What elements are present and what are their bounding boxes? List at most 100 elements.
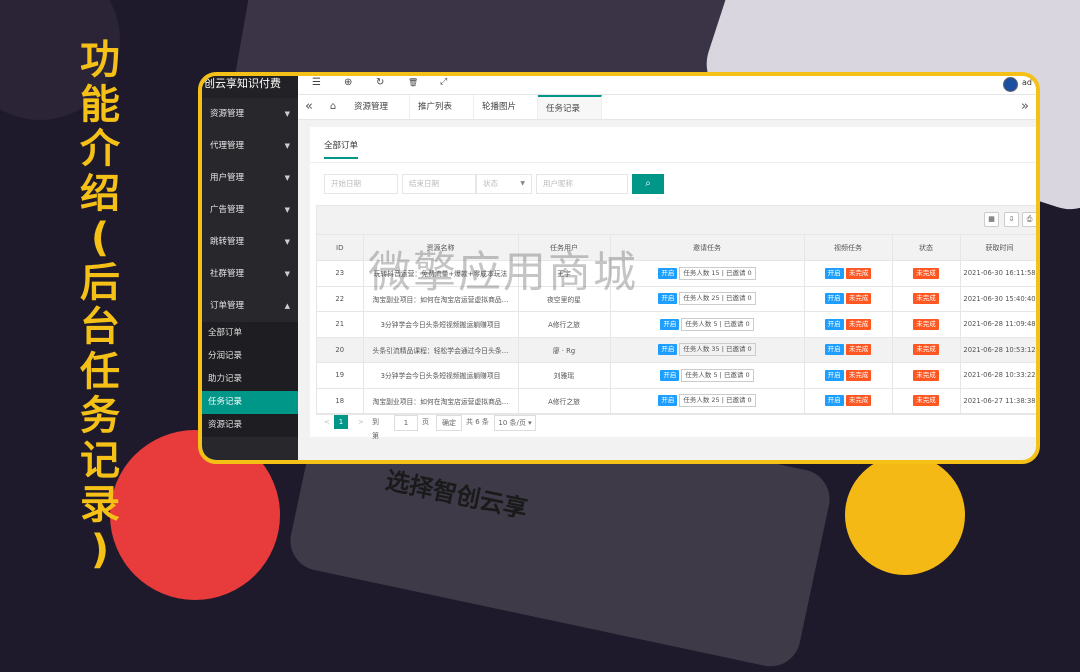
tab-label: 资源管理	[354, 102, 389, 112]
data-table: ▦ ⇩ ⎙ ID 资源名称 任务用户 邀请任务 视频任务 状态 获取时间 23 玩转抖音运营：…	[316, 205, 1036, 415]
invite-progress: 任务人数 15 | 已邀请 0	[679, 266, 756, 280]
table-row[interactable]: 18 淘宝副业项目：如何在淘宝店运营虚拟商品… A修行之旅 开启 任务人数 25 | 已…	[317, 388, 1036, 414]
sidebar-item-label: 代理管理	[210, 141, 245, 151]
tab-resource[interactable]: 资源管理×	[346, 95, 410, 135]
status-badge: 未完成	[913, 318, 939, 330]
table-row[interactable]: 21 3分钟学会今日头条短视频搬运躺赚项目 A修行之旅 开启 任务人数 5 | 已邀请 …	[317, 311, 1036, 338]
confirm-button[interactable]: 确定	[436, 415, 462, 431]
page-current[interactable]: 1	[334, 415, 348, 429]
app-brand: 创云享知识付费	[202, 76, 298, 98]
cell-invite-task: 开启 任务人数 25 | 已邀请 0	[610, 388, 805, 414]
sidebar-item-label: 社群管理	[210, 269, 245, 279]
sidebar-item-label: 广告管理	[210, 205, 245, 215]
status-placeholder: 状态	[483, 179, 498, 188]
cell-video-task: 开启 未完成	[804, 362, 893, 389]
total-count: 共 6 条	[466, 418, 489, 426]
cell-id: 23	[317, 260, 364, 287]
sidebar-item[interactable]: 用户管理 ▼	[202, 162, 298, 194]
bg-circle-yellow	[845, 455, 965, 575]
trash-icon[interactable]: 🗑	[408, 78, 418, 87]
print-icon[interactable]: ⎙	[1022, 212, 1036, 227]
cell-id: 22	[317, 286, 364, 312]
status-badge: 未完成	[913, 369, 939, 381]
incomplete-badge: 未完成	[845, 318, 872, 330]
page-input[interactable]: 1	[394, 415, 418, 431]
invite-progress: 任务人数 5 | 已邀请 0	[681, 317, 754, 331]
nickname-input[interactable]: 用户昵称	[536, 174, 628, 194]
open-badge: 开启	[658, 395, 678, 407]
status-badge: 未完成	[913, 344, 939, 356]
cell-invite-task: 开启 任务人数 5 | 已邀请 0	[610, 311, 805, 338]
sidebar-subitem[interactable]: 分润记录	[202, 345, 298, 368]
cell-id: 18	[317, 388, 364, 414]
subtab-all-orders[interactable]: 全部订单	[324, 139, 359, 159]
export-icon[interactable]: ⇩	[1004, 212, 1019, 227]
search-button[interactable]: ⌕	[632, 174, 664, 194]
cell-status: 未完成	[892, 362, 961, 389]
open-badge: 开启	[824, 267, 844, 279]
columns-icon[interactable]: ▦	[984, 212, 999, 227]
tab-promotion[interactable]: 推广列表×	[410, 95, 474, 135]
cell-invite-task: 开启 任务人数 15 | 已邀请 0	[610, 260, 805, 287]
end-date-input[interactable]: 结束日期	[402, 174, 476, 194]
refresh-icon[interactable]: ↻	[376, 77, 384, 88]
title-char: (	[90, 215, 110, 261]
cell-invite-task: 开启 任务人数 35 | 已邀请 0	[610, 337, 805, 363]
sidebar-item[interactable]: 资源管理 ▼	[202, 98, 298, 130]
chevron-up-icon: ▲	[284, 302, 290, 310]
sidebar-item[interactable]: 代理管理 ▼	[202, 130, 298, 162]
tab-carousel[interactable]: 轮播图片×	[474, 95, 538, 135]
start-date-input[interactable]: 开始日期	[324, 174, 398, 194]
cell-id: 19	[317, 362, 364, 389]
tabs-prev-icon[interactable]: «	[300, 95, 318, 119]
title-char: 记	[80, 437, 120, 484]
cell-id: 21	[317, 311, 364, 338]
cell-user: 廖 · Rg	[518, 337, 611, 363]
chevron-down-icon: ▼	[284, 142, 290, 150]
cell-video-task: 开启 未完成	[804, 260, 893, 287]
sidebar-subitem[interactable]: 全部订单	[202, 322, 298, 345]
fullscreen-icon[interactable]: ⤢	[440, 77, 447, 87]
watermark: 微擎应用商城	[368, 248, 638, 298]
page-unit: 页	[422, 418, 429, 426]
sidebar-item[interactable]: 订单管理 ▲	[202, 290, 298, 322]
open-badge: 开启	[824, 293, 844, 305]
tabs-next-icon[interactable]: »	[1016, 95, 1034, 119]
user-name[interactable]: ad	[1022, 78, 1032, 87]
cell-status: 未完成	[892, 388, 961, 414]
sidebar-item[interactable]: 广告管理 ▼	[202, 194, 298, 226]
menu-icon[interactable]: ☰	[312, 77, 321, 88]
cell-time: 2021-06-28 10:53:12	[960, 337, 1036, 363]
column-header: 邀请任务	[610, 235, 805, 261]
sidebar-item[interactable]: 跳转管理 ▼	[202, 226, 298, 258]
status-badge: 未完成	[913, 395, 939, 407]
table-row[interactable]: 20 头条引流精品课程：轻松学会通过今日头条… 廖 · Rg 开启 任务人数 35 | …	[317, 337, 1036, 363]
top-bar: ☰ ⊕ ↻ 🗑 ⤢ ad	[298, 76, 1036, 95]
incomplete-badge: 未完成	[845, 344, 872, 356]
cell-video-task: 开启 未完成	[804, 286, 893, 312]
sidebar-subitem[interactable]: 助力记录	[202, 368, 298, 391]
title-char: 介	[80, 126, 120, 172]
tab-label: 任务记录	[546, 104, 581, 114]
sidebar-item[interactable]: 社群管理 ▼	[202, 258, 298, 290]
title-char: )	[90, 526, 110, 573]
cell-resource-name: 淘宝副业项目：如何在淘宝店运营虚拟商品…	[363, 388, 519, 414]
per-page-select[interactable]: 10 条/页 ▾	[494, 415, 536, 431]
sidebar-subitem[interactable]: 任务记录	[202, 391, 298, 414]
avatar[interactable]	[1003, 77, 1018, 92]
tab-task-records[interactable]: 任务记录×	[538, 95, 602, 137]
globe-icon[interactable]: ⊕	[344, 77, 352, 88]
sidebar-subitem[interactable]: 资源记录	[202, 414, 298, 437]
cell-time: 2021-06-27 11:38:38	[960, 388, 1036, 414]
next-page-icon[interactable]: >	[358, 415, 364, 429]
cell-status: 未完成	[892, 337, 961, 363]
home-icon[interactable]: ⌂	[324, 95, 342, 119]
chevron-down-icon: ▼	[284, 270, 290, 278]
incomplete-badge: 未完成	[845, 267, 872, 279]
table-row[interactable]: 19 3分钟学会今日头条短视频搬运躺赚项目 刘雅瑶 开启 任务人数 5 | 已邀请 0开…	[317, 362, 1036, 389]
status-select[interactable]: 状态 ▼	[476, 174, 532, 194]
title-char: 台	[80, 304, 120, 350]
prev-page-icon[interactable]: <	[324, 415, 330, 429]
tab-label: 推广列表	[418, 102, 453, 112]
sidebar: 创云享知识付费 资源管理 ▼ 代理管理 ▼ 用户管理 ▼ 广告管理 ▼ 跳转管理 ▼ 社群管理 ▼ 订单…	[202, 76, 298, 460]
